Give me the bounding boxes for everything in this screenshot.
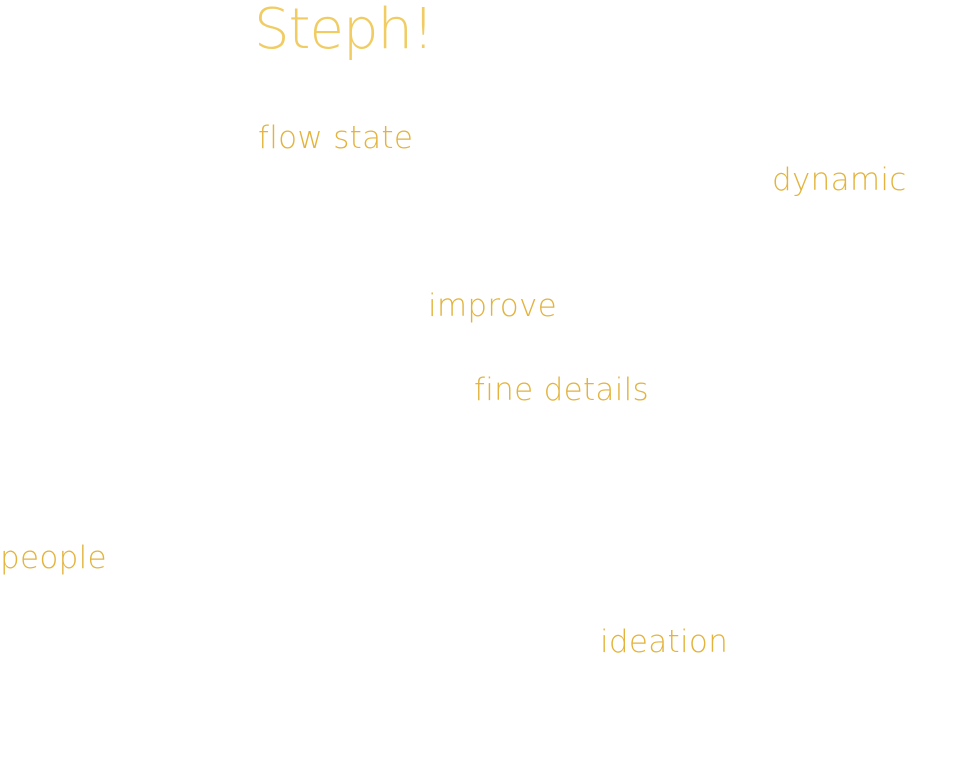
- word-people: people: [0, 540, 107, 576]
- word-fine-details: fine details: [474, 372, 649, 408]
- word-flow-state: flow state: [258, 120, 414, 156]
- word-ideation: ideation: [600, 624, 729, 660]
- greeting-heading: Steph!: [254, 0, 434, 62]
- word-improve: improve: [428, 288, 558, 324]
- word-dynamic: dynamic: [772, 162, 907, 198]
